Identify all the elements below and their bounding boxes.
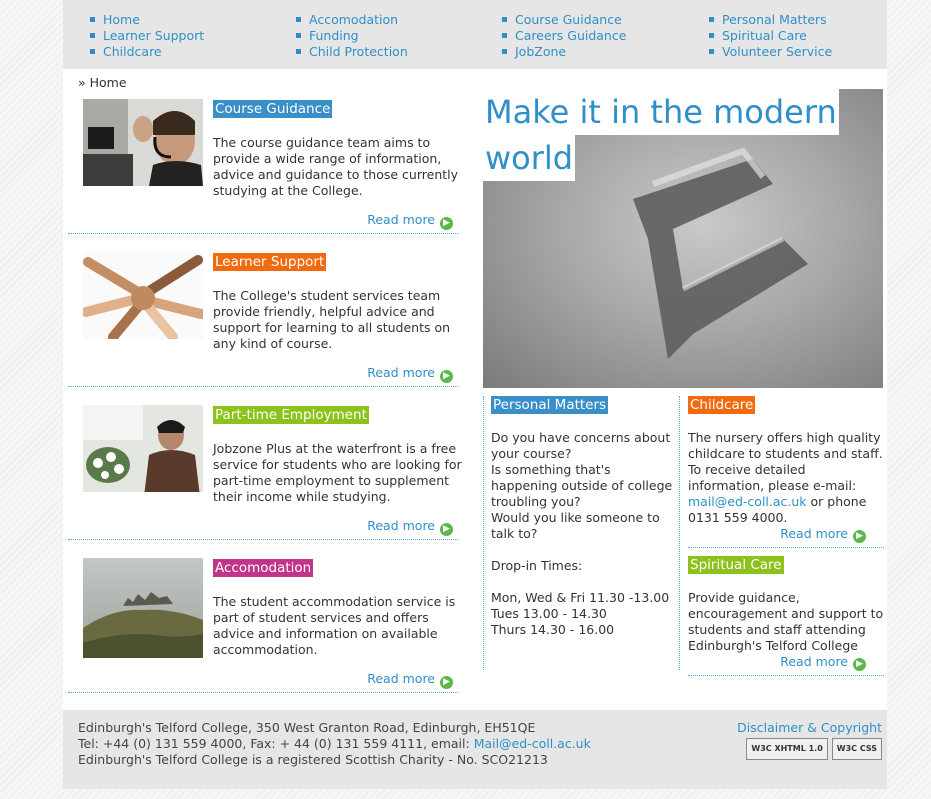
page-wrapper: Home Learner Support Childcare Accomodat… xyxy=(63,0,887,789)
footer-contact: Tel: +44 (0) 131 559 4000, Fax: + 44 (0)… xyxy=(78,736,591,752)
nav-link-spiritual-care[interactable]: Spiritual Care xyxy=(709,28,832,44)
nav-link-childcare[interactable]: Childcare xyxy=(90,44,204,60)
nav-column-1: Home Learner Support Childcare xyxy=(90,12,204,60)
childcare-text: The nursery offers high quality childcar… xyxy=(688,430,884,526)
course-guidance-item: Course Guidance The course guidance team… xyxy=(68,99,458,234)
right-info-panel: Childcare The nursery offers high qualit… xyxy=(679,396,884,676)
page-footer: Edinburgh's Telford College, 350 West Gr… xyxy=(63,710,887,789)
course-guidance-read-more[interactable]: Read more ▶ xyxy=(367,212,453,230)
part-time-employment-item: Part-time Employment Jobzone Plus at the… xyxy=(68,405,462,540)
personal-matters-line: Thurs 14.30 - 16.00 xyxy=(491,622,615,637)
accomodation-heading[interactable]: Accomodation xyxy=(213,559,314,577)
nav-link-funding[interactable]: Funding xyxy=(296,28,408,44)
arrow-right-icon[interactable]: ▶ xyxy=(440,676,453,689)
w3c-xhtml-badge[interactable]: W3C XHTML 1.0 xyxy=(746,738,828,760)
validation-badges: W3C XHTML 1.0 W3C CSS xyxy=(746,738,882,760)
read-more-label[interactable]: Read more xyxy=(367,212,435,227)
nav-link-jobzone[interactable]: JobZone xyxy=(502,44,626,60)
nav-column-3: Course Guidance Careers Guidance JobZone xyxy=(502,12,626,60)
nav-link-personal-matters[interactable]: Personal Matters xyxy=(709,12,832,28)
breadcrumb[interactable]: » Home xyxy=(78,75,127,90)
learner-support-read-more[interactable]: Read more ▶ xyxy=(367,365,453,383)
childcare-text-start: The nursery offers high quality childcar… xyxy=(688,430,883,493)
read-more-label[interactable]: Read more xyxy=(780,526,848,541)
footer-charity: Edinburgh's Telford College is a registe… xyxy=(78,752,548,767)
childcare-email-link[interactable]: mail@ed-coll.ac.uk xyxy=(688,494,807,509)
childcare-heading[interactable]: Childcare xyxy=(688,396,756,414)
accomodation-text: The student accommodation service is par… xyxy=(213,594,456,657)
spiritual-care-text: Provide guidance, encouragement and supp… xyxy=(688,590,884,653)
nav-link-home[interactable]: Home xyxy=(90,12,204,28)
nav-link-accomodation[interactable]: Accomodation xyxy=(296,12,408,28)
learner-support-text: The College's student services team prov… xyxy=(213,288,451,351)
hero-heading-line-1: Make it in the modern xyxy=(483,89,839,135)
nav-link-child-protection[interactable]: Child Protection xyxy=(296,44,408,60)
disclaimer-copyright-link[interactable]: Disclaimer & Copyright xyxy=(737,720,882,735)
hero-banner: Make it in the modern world xyxy=(483,89,883,388)
personal-matters-line: Mon, Wed & Fri 11.30 -13.00 xyxy=(491,590,670,605)
call-centre-photo xyxy=(83,99,203,186)
part-time-employment-heading[interactable]: Part-time Employment xyxy=(213,406,369,424)
read-more-label[interactable]: Read more xyxy=(367,671,435,686)
hero-heading-line-2: world xyxy=(483,135,576,181)
footer-text: Edinburgh's Telford College, 350 West Gr… xyxy=(78,720,591,768)
personal-matters-line: Do you have concerns about your course? xyxy=(491,430,671,461)
arrow-right-icon[interactable]: ▶ xyxy=(440,370,453,383)
course-guidance-text: The course guidance team aims to provide… xyxy=(213,135,459,198)
personal-matters-line: Would you like someone to talk to? xyxy=(491,510,660,541)
part-time-employment-text: Jobzone Plus at the waterfront is a free… xyxy=(213,441,462,504)
arrow-right-icon[interactable]: ▶ xyxy=(440,217,453,230)
personal-matters-line: Drop-in Times: xyxy=(491,558,583,573)
footer-address: Edinburgh's Telford College, 350 West Gr… xyxy=(78,720,536,735)
footer-contact-text: Tel: +44 (0) 131 559 4000, Fax: + 44 (0)… xyxy=(78,736,474,751)
arrow-right-icon[interactable]: ▶ xyxy=(440,523,453,536)
student-photo xyxy=(83,405,203,492)
personal-matters-line: Tues 13.00 - 14.30 xyxy=(491,606,607,621)
nav-link-careers-guidance[interactable]: Careers Guidance xyxy=(502,28,626,44)
spiritual-care-heading[interactable]: Spiritual Care xyxy=(688,556,784,574)
personal-matters-panel: Personal Matters Do you have concerns ab… xyxy=(483,396,679,670)
top-navigation: Home Learner Support Childcare Accomodat… xyxy=(63,0,887,69)
accomodation-item: Accomodation The student accommodation s… xyxy=(68,558,458,693)
personal-matters-line xyxy=(491,542,679,558)
personal-matters-line xyxy=(491,574,679,590)
read-more-label[interactable]: Read more xyxy=(367,365,435,380)
read-more-label[interactable]: Read more xyxy=(780,654,848,669)
part-time-employment-read-more[interactable]: Read more ▶ xyxy=(367,518,453,536)
course-guidance-heading[interactable]: Course Guidance xyxy=(213,100,333,118)
nav-column-2: Accomodation Funding Child Protection xyxy=(296,12,408,60)
childcare-block: Childcare The nursery offers high qualit… xyxy=(688,396,884,548)
accomodation-read-more[interactable]: Read more ▶ xyxy=(367,671,453,689)
nav-column-4: Personal Matters Spiritual Care Voluntee… xyxy=(709,12,832,60)
spiritual-care-block: Spiritual Care Provide guidance, encoura… xyxy=(688,556,884,676)
footer-email-link[interactable]: Mail@ed-coll.ac.uk xyxy=(474,736,591,751)
castle-photo xyxy=(83,558,203,658)
nav-link-learner-support[interactable]: Learner Support xyxy=(90,28,204,44)
read-more-label[interactable]: Read more xyxy=(367,518,435,533)
nav-link-course-guidance[interactable]: Course Guidance xyxy=(502,12,626,28)
arrow-right-icon[interactable]: ▶ xyxy=(853,658,866,671)
spiritual-care-read-more[interactable]: Read more ▶ xyxy=(688,654,884,671)
personal-matters-heading[interactable]: Personal Matters xyxy=(491,396,609,414)
arrow-right-icon[interactable]: ▶ xyxy=(853,530,866,543)
learner-support-heading[interactable]: Learner Support xyxy=(213,253,327,271)
personal-matters-line: Is something that's happening outside of… xyxy=(491,462,673,509)
learner-support-item: Learner Support The College's student se… xyxy=(68,252,458,387)
w3c-css-badge[interactable]: W3C CSS xyxy=(831,738,882,760)
nav-link-volunteer-service[interactable]: Volunteer Service xyxy=(709,44,832,60)
childcare-read-more[interactable]: Read more ▶ xyxy=(688,526,884,543)
linked-hands-photo xyxy=(83,252,203,339)
